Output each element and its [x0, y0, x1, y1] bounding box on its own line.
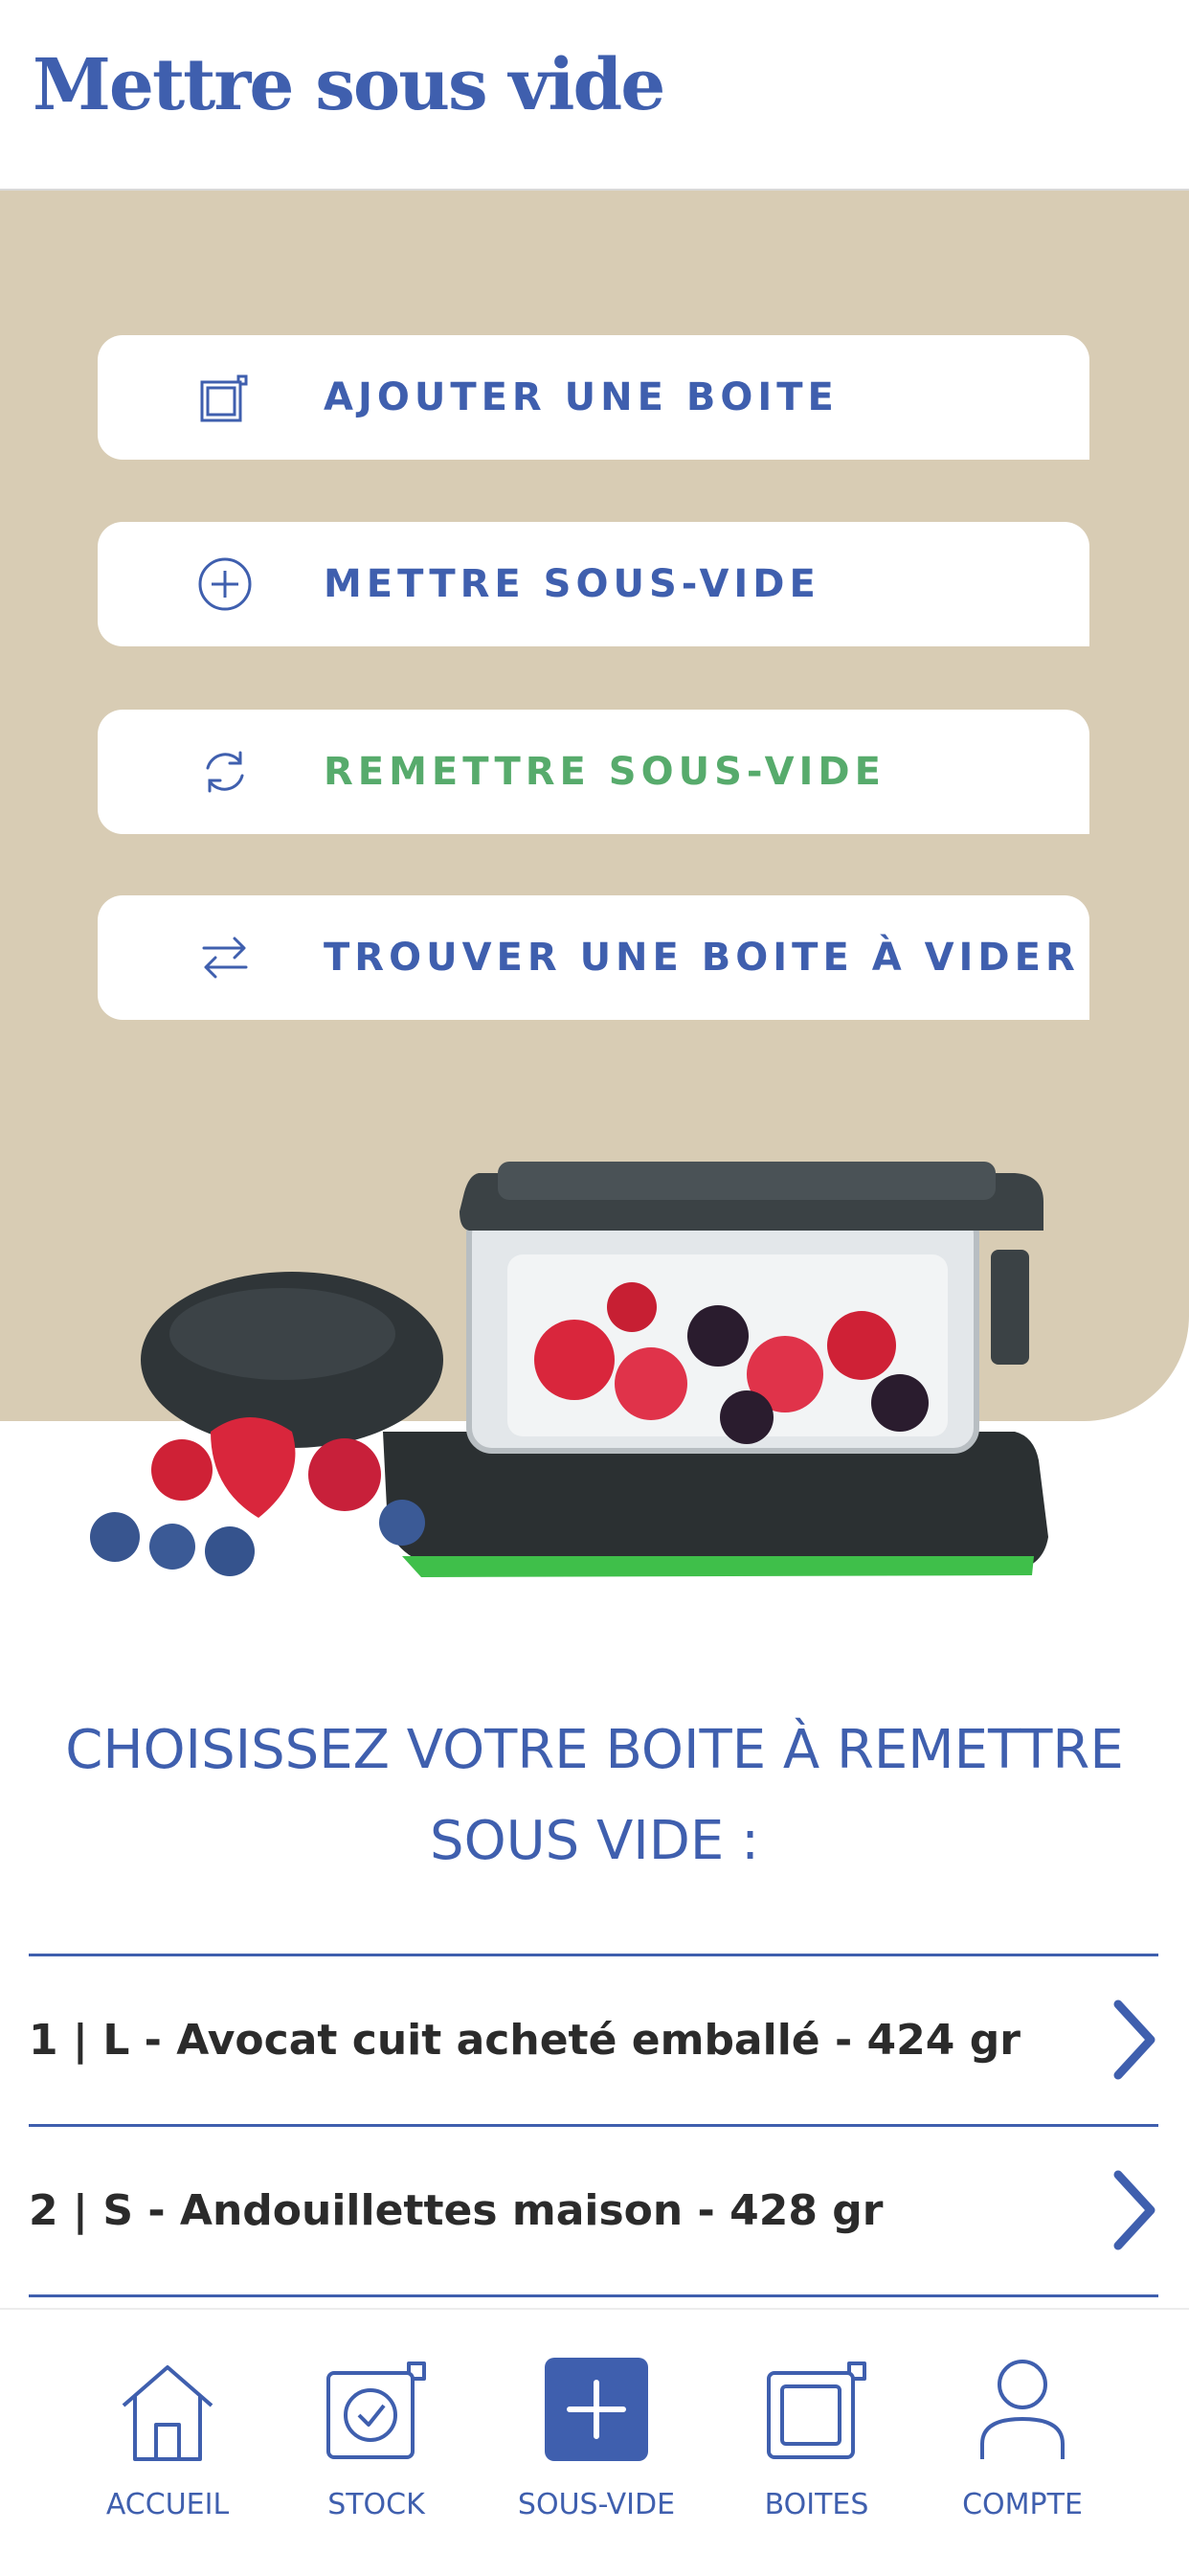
home-icon [122, 2365, 213, 2461]
box-icon [767, 2361, 866, 2459]
nav-item-compte[interactable]: COMPTE [927, 2310, 1118, 2576]
refresh-icon [196, 743, 254, 801]
chevron-right-icon [1113, 2000, 1155, 2080]
nav-item-stock[interactable]: STOCK [280, 2310, 472, 2576]
nav-label-boites: BOITES [764, 2488, 869, 2521]
box-add-icon [196, 369, 254, 426]
nav-label-stock: STOCK [327, 2488, 425, 2521]
vacuum-seal-label: METTRE SOUS-VIDE [324, 562, 820, 606]
stock-check-icon [326, 2361, 426, 2459]
app-header: Mettre sous vide [0, 0, 1189, 191]
list-divider [29, 2294, 1158, 2304]
reseal-button[interactable]: REMETTRE SOUS-VIDE [98, 710, 1089, 834]
plus-square-icon [545, 2358, 648, 2461]
bottom-nav: ACCUEIL STOCK SOUS-VIDE BOITES COMPTE [0, 2308, 1189, 2576]
chevron-right-icon [1113, 2170, 1155, 2250]
vacuum-seal-button[interactable]: METTRE SOUS-VIDE [98, 522, 1089, 646]
plus-circle-icon [196, 555, 254, 613]
product-image [57, 1144, 1130, 1628]
nav-item-sous-vide[interactable]: SOUS-VIDE [501, 2310, 692, 2576]
swap-arrows-icon [196, 929, 254, 986]
nav-label-sous-vide: SOUS-VIDE [517, 2488, 676, 2521]
prompt-line-1: CHOISISSEZ VOTRE BOITE À REMETTRE [65, 1719, 1124, 1781]
add-box-label: AJOUTER UNE BOITE [324, 375, 839, 419]
add-box-button[interactable]: AJOUTER UNE BOITE [98, 335, 1089, 460]
reseal-label: REMETTRE SOUS-VIDE [324, 750, 886, 794]
box-list-item[interactable]: 1 | L - Avocat cuit acheté emballé - 424… [29, 1954, 1158, 2124]
nav-item-boites[interactable]: BOITES [721, 2310, 912, 2576]
box-item-label: 2 | S - Andouillettes maison - 428 gr [29, 2186, 884, 2235]
find-box-label: TROUVER UNE BOITE À VIDER [324, 936, 1080, 980]
user-icon [980, 2360, 1065, 2459]
nav-label-compte: COMPTE [962, 2488, 1083, 2521]
nav-label-accueil: ACCUEIL [105, 2488, 230, 2521]
box-item-label: 1 | L - Avocat cuit acheté emballé - 424… [29, 2016, 1021, 2065]
choose-box-prompt: CHOISISSEZ VOTRE BOITE À REMETTRE SOUS V… [0, 1705, 1189, 1887]
find-box-button[interactable]: TROUVER UNE BOITE À VIDER [98, 895, 1089, 1020]
prompt-line-2: SOUS VIDE : [430, 1810, 759, 1872]
box-list-item[interactable]: 2 | S - Andouillettes maison - 428 gr [29, 2124, 1158, 2294]
page-title: Mettre sous vide [33, 44, 665, 126]
nav-item-accueil[interactable]: ACCUEIL [72, 2310, 263, 2576]
